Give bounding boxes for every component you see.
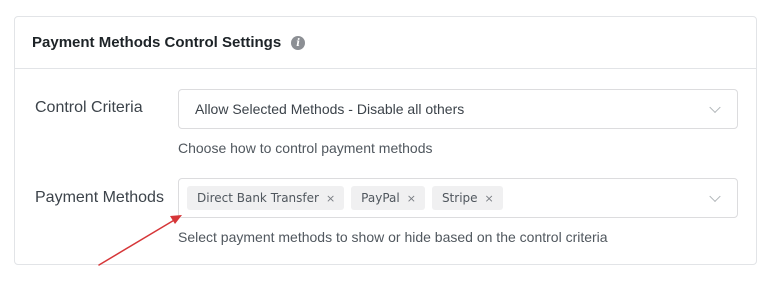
remove-tag-icon[interactable]: × — [485, 192, 494, 205]
tag-label: PayPal — [361, 191, 400, 205]
tag-paypal: PayPal × — [351, 186, 425, 210]
tag-label: Direct Bank Transfer — [197, 191, 319, 205]
remove-tag-icon[interactable]: × — [407, 192, 416, 205]
tag-stripe: Stripe × — [431, 186, 503, 210]
control-criteria-label: Control Criteria — [35, 99, 143, 116]
payment-methods-help: Select payment methods to show or hide b… — [178, 229, 608, 245]
payment-methods-label: Payment Methods — [35, 189, 164, 206]
info-icon[interactable]: i — [291, 36, 306, 50]
tag-label: Stripe — [441, 191, 478, 205]
remove-tag-icon[interactable]: × — [326, 192, 335, 205]
payment-methods-multiselect[interactable]: Direct Bank Transfer × PayPal × Stripe × — [178, 178, 738, 218]
chevron-down-icon[interactable] — [709, 101, 721, 114]
panel-title: Payment Methods Control Settings — [32, 34, 282, 51]
payment-method-tags: Direct Bank Transfer × PayPal × Stripe × — [179, 186, 503, 210]
settings-panel: Payment Methods Control Settings i Contr… — [14, 16, 757, 265]
control-criteria-select[interactable]: Allow Selected Methods - Disable all oth… — [178, 89, 738, 129]
chevron-down-icon[interactable] — [709, 190, 721, 203]
tag-direct-bank-transfer: Direct Bank Transfer × — [187, 186, 345, 210]
control-criteria-value: Allow Selected Methods - Disable all oth… — [195, 101, 465, 117]
control-criteria-help: Choose how to control payment methods — [178, 140, 433, 156]
panel-header: Payment Methods Control Settings i — [15, 17, 756, 69]
